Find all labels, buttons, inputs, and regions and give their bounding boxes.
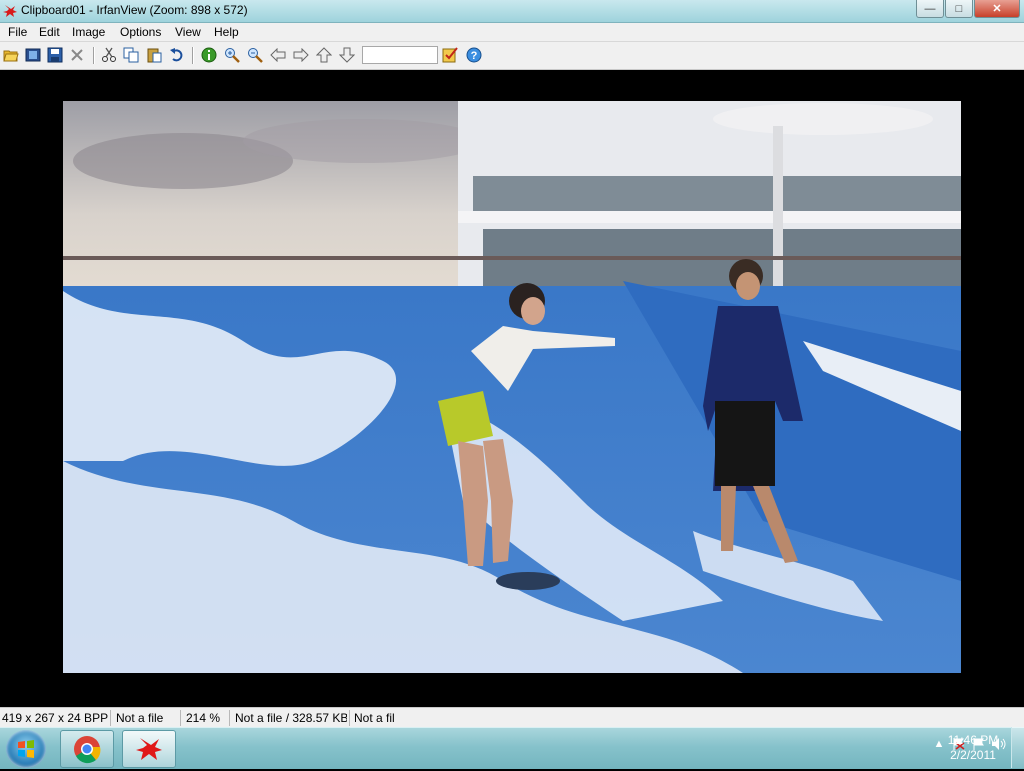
svg-text:?: ? <box>471 50 478 62</box>
paste-icon[interactable] <box>145 46 163 64</box>
page-number-input[interactable] <box>362 46 438 64</box>
slideshow-icon[interactable] <box>24 46 42 64</box>
title-bar: Clipboard01 - IrfanView (Zoom: 898 x 572… <box>0 0 1024 23</box>
zoom-out-icon[interactable] <box>246 46 264 64</box>
close-icon: ✕ <box>992 3 1002 15</box>
toolbar: ? <box>0 42 1024 70</box>
menu-edit[interactable]: Edit <box>35 24 64 40</box>
undo-icon[interactable] <box>168 46 186 64</box>
zoom-in-icon[interactable] <box>223 46 241 64</box>
help-icon[interactable]: ? <box>465 46 483 64</box>
menu-view[interactable]: View <box>171 24 205 40</box>
info-icon[interactable] <box>200 46 218 64</box>
first-file-icon[interactable] <box>315 46 333 64</box>
window-controls: — □ ✕ <box>915 0 1020 18</box>
irfanview-icon <box>136 738 162 760</box>
status-separator <box>110 710 111 726</box>
status-separator <box>180 710 181 726</box>
windows-logo-icon <box>18 740 34 758</box>
surfing-photo-image <box>63 101 961 673</box>
show-desktop-button[interactable] <box>1011 727 1024 768</box>
close-button[interactable]: ✕ <box>974 0 1020 18</box>
status-separator <box>229 710 230 726</box>
status-file: Not a file <box>116 711 164 725</box>
irfanview-icon[interactable] <box>2 3 18 19</box>
chrome-icon <box>74 736 101 764</box>
cut-icon[interactable] <box>100 46 118 64</box>
menu-bar: File Edit Image Options View Help <box>0 23 1024 42</box>
save-icon[interactable] <box>46 46 64 64</box>
minimize-icon: — <box>924 2 936 15</box>
maximize-button[interactable]: □ <box>945 0 973 18</box>
status-file-size: Not a file / 328.57 KB <box>235 711 347 725</box>
status-bar: 419 x 267 x 24 BPP Not a file 214 % Not … <box>0 707 1024 728</box>
maximize-icon: □ <box>955 2 963 15</box>
toolbar-separator <box>192 47 194 64</box>
status-dimensions: 419 x 267 x 24 BPP <box>2 711 108 725</box>
clock-date: 2/2/2011 <box>950 748 996 762</box>
previous-icon[interactable] <box>269 46 287 64</box>
irfanview-taskbar-button[interactable] <box>122 730 176 768</box>
open-folder-icon[interactable] <box>2 46 20 64</box>
windows-start-button[interactable] <box>6 730 46 768</box>
toolbar-separator <box>93 47 95 64</box>
taskbar: ▲ <box>0 727 1024 769</box>
window-title: Clipboard01 - IrfanView (Zoom: 898 x 572… <box>21 3 248 17</box>
minimize-button[interactable]: — <box>916 0 944 18</box>
displayed-photo <box>63 101 961 673</box>
menu-options[interactable]: Options <box>116 24 165 40</box>
status-extra: Not a fil <box>354 711 395 725</box>
copy-icon[interactable] <box>122 46 140 64</box>
menu-help[interactable]: Help <box>210 24 243 40</box>
clock-time: 11:46 PM <box>947 733 999 747</box>
delete-icon[interactable] <box>68 46 86 64</box>
status-zoom: 214 % <box>186 711 221 725</box>
chrome-taskbar-button[interactable] <box>60 730 114 768</box>
menu-image[interactable]: Image <box>68 24 109 40</box>
status-separator <box>349 710 350 726</box>
settings-icon[interactable] <box>441 46 459 64</box>
menu-file[interactable]: File <box>4 24 31 40</box>
taskbar-clock[interactable]: 11:46 PM 2/2/2011 <box>938 733 1008 763</box>
next-icon[interactable] <box>292 46 310 64</box>
last-file-icon[interactable] <box>338 46 356 64</box>
